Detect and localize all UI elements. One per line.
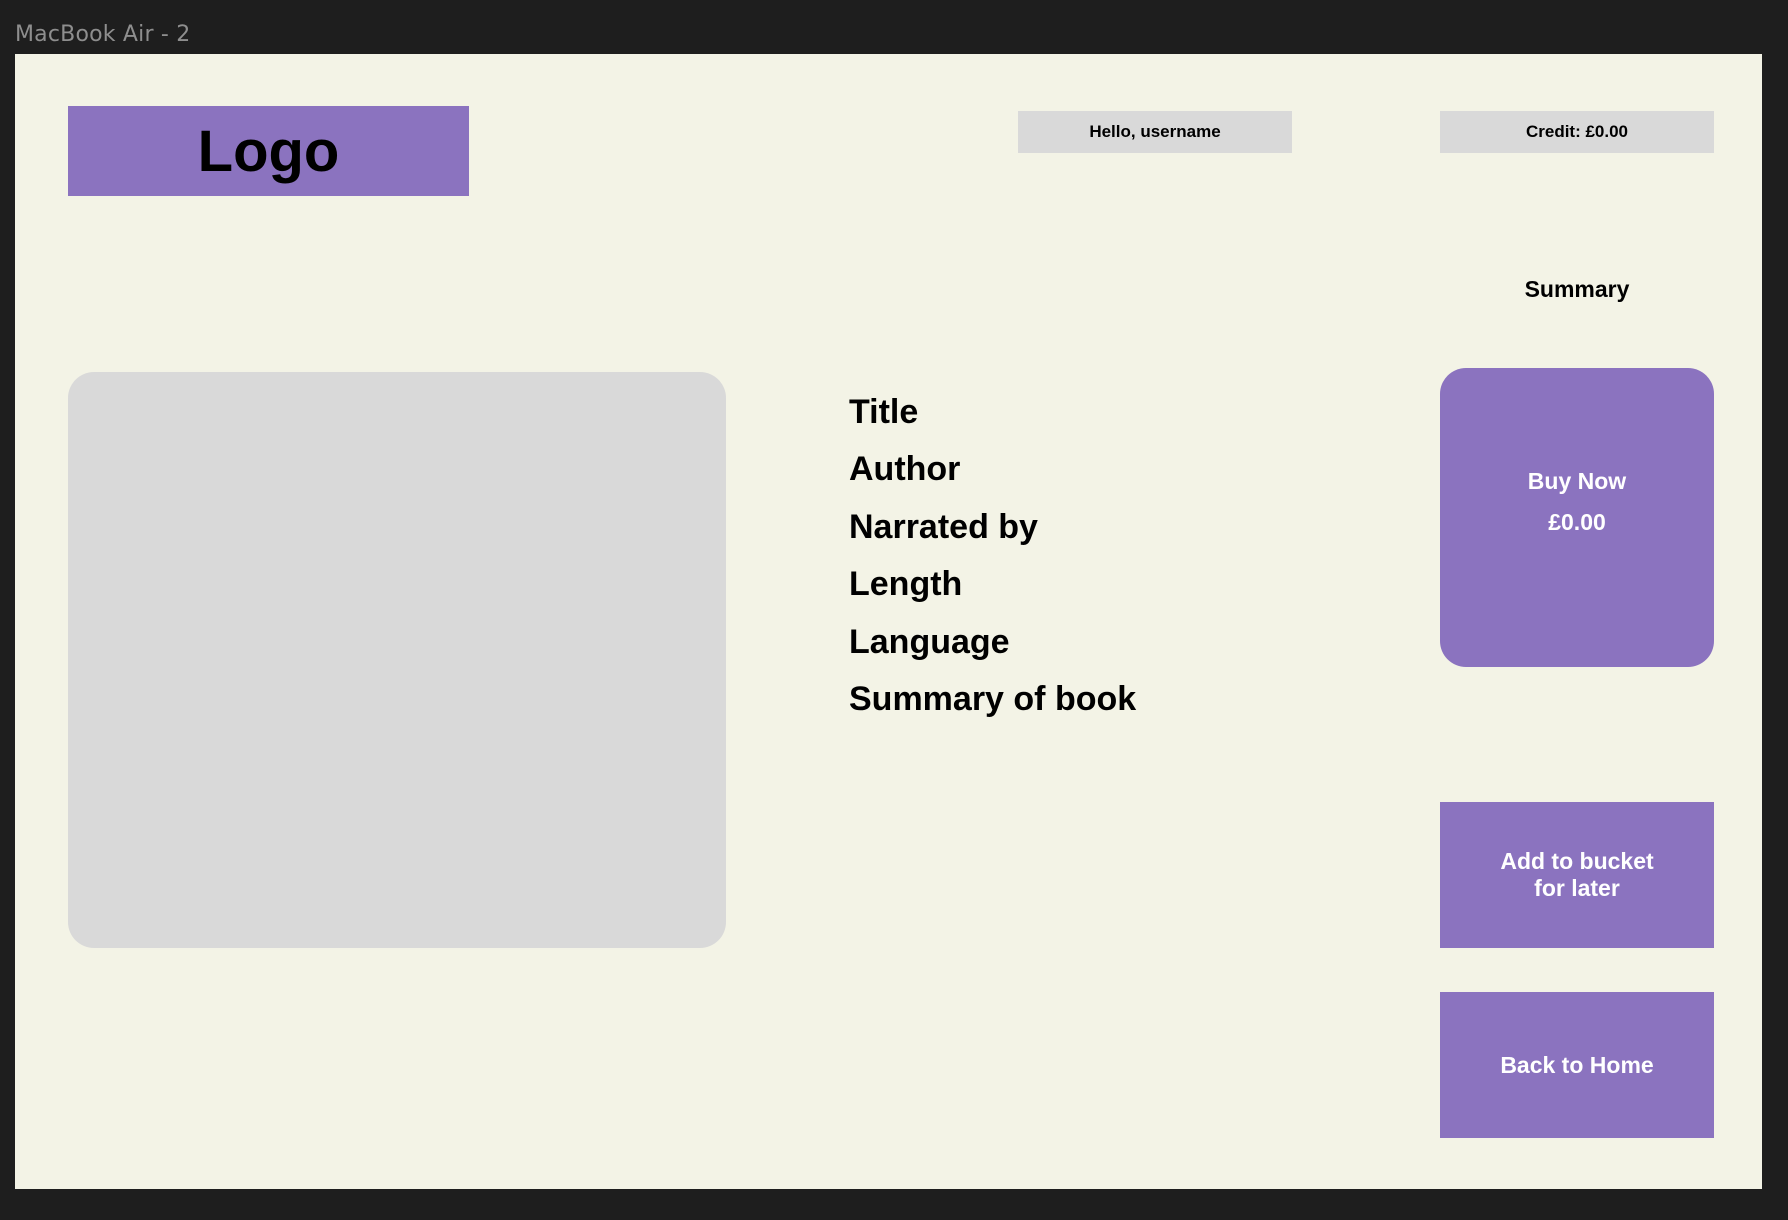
book-title: Title — [849, 393, 919, 431]
logo[interactable]: Logo — [68, 106, 469, 196]
summary-heading: Summary — [1524, 276, 1630, 302]
book-summary: Summary of book — [849, 679, 1137, 718]
buy-now-price: £0.00 — [1548, 509, 1606, 535]
buy-now-button[interactable]: Buy Now £0.00 — [1440, 368, 1714, 667]
frame-label: MacBook Air - 2 — [15, 22, 191, 47]
back-to-home-label: Back to Home — [1500, 1051, 1654, 1078]
book-narrator: Narrated by — [849, 507, 1038, 546]
buy-now-label: Buy Now — [1527, 468, 1627, 494]
book-length: Length — [849, 565, 963, 604]
book-author: Author — [849, 450, 961, 489]
user-greeting: Hello, username — [1018, 111, 1292, 153]
book-cover-placeholder — [68, 372, 726, 948]
credit-balance: Credit: £0.00 — [1440, 111, 1714, 153]
book-details-list: Title Author Narrated by Length Language… — [849, 384, 1136, 728]
add-to-bucket-label-line2: for later — [1534, 875, 1620, 901]
book-language: Language — [849, 622, 1010, 661]
page-canvas: Logo Hello, username Credit: £0.00 Summa… — [15, 54, 1762, 1189]
add-to-bucket-label-line1: Add to bucket — [1500, 848, 1654, 874]
back-to-home-button[interactable]: Back to Home — [1440, 992, 1714, 1138]
add-to-bucket-button[interactable]: Add to bucket for later — [1440, 802, 1714, 948]
